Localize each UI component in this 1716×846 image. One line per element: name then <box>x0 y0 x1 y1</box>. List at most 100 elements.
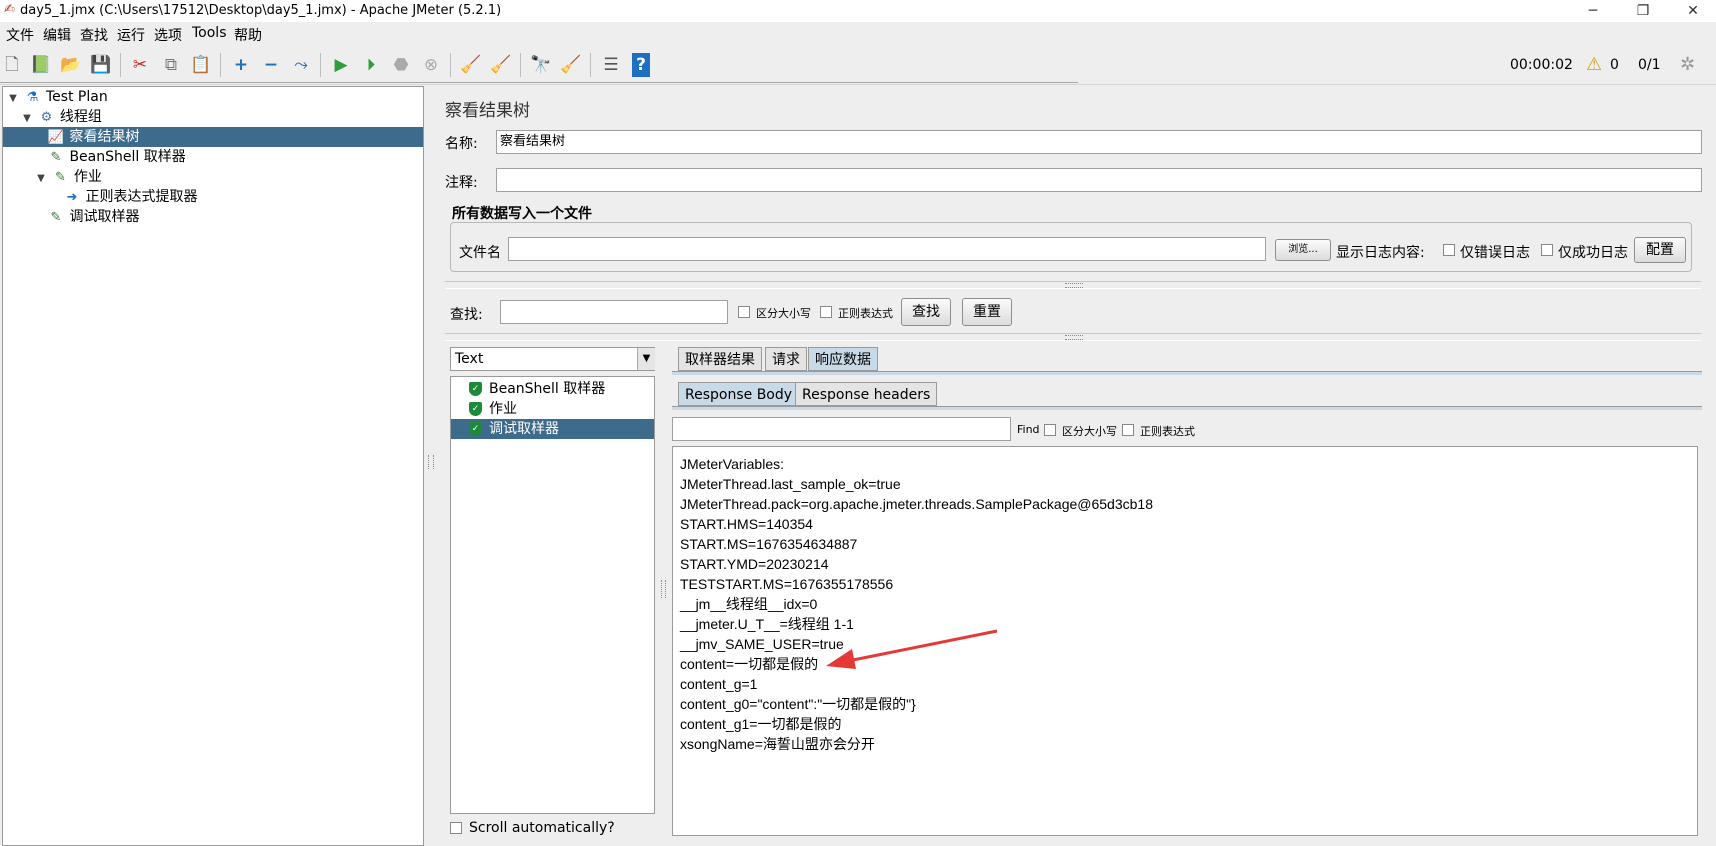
close-button[interactable]: ✕ <box>1670 0 1716 22</box>
regex-checkbox[interactable] <box>820 306 832 318</box>
find-button[interactable]: 查找 <box>901 298 951 326</box>
window-title: day5_1.jmx (C:\Users\17512\Desktop\day5_… <box>20 3 502 18</box>
split-grip[interactable] <box>428 455 434 469</box>
tree-label: 作业 <box>73 169 102 185</box>
sample-label: BeanShell 取样器 <box>489 381 606 397</box>
sampler-icon: ✎ <box>50 150 62 165</box>
menu-options[interactable]: 选项 <box>154 25 182 45</box>
help-icon[interactable]: ? <box>632 53 650 77</box>
case-sensitive-checkbox[interactable] <box>738 306 750 318</box>
tree-node-job[interactable]: ▼ ✎ 作业 <box>3 167 423 187</box>
clear-all-icon[interactable]: 🧹 <box>489 53 513 77</box>
expand-toggle-icon[interactable]: ▼ <box>35 169 47 189</box>
start-no-pause-icon[interactable]: ⏵ <box>359 53 383 77</box>
sampler-icon: ✎ <box>55 170 66 185</box>
toggle-icon[interactable]: ⤳ <box>289 53 313 77</box>
minimize-button[interactable]: ─ <box>1570 0 1616 22</box>
menu-file[interactable]: 文件 <box>6 25 34 45</box>
expand-icon[interactable]: + <box>229 53 253 77</box>
open-icon[interactable]: 📂 <box>59 53 83 77</box>
panel-title: 察看结果树 <box>445 101 530 121</box>
divider-grip[interactable] <box>1065 335 1083 340</box>
thread-group-icon: ⚙ <box>40 110 53 125</box>
expand-toggle-icon[interactable]: ▼ <box>7 89 19 109</box>
sample-item-debug[interactable]: ✓ 调试取样器 <box>451 419 654 439</box>
toolbar-separator <box>520 53 521 77</box>
response-line: content_g0="content":"一切都是假的"} <box>680 696 916 712</box>
paste-icon[interactable]: 📋 <box>189 53 213 77</box>
new-icon[interactable]: 🗋 <box>0 53 24 77</box>
comment-label: 注释: <box>445 175 478 191</box>
filename-field[interactable] <box>508 237 1266 261</box>
toolbar-separator <box>220 53 221 77</box>
toolbar-separator <box>590 53 591 77</box>
divider-grip[interactable] <box>1065 283 1083 288</box>
toolbar-separator <box>120 53 121 77</box>
save-icon[interactable]: 💾 <box>89 53 113 77</box>
menu-tools[interactable]: Tools <box>192 25 227 41</box>
find-regex-checkbox[interactable] <box>1122 424 1134 436</box>
menu-help[interactable]: 帮助 <box>234 25 262 45</box>
tab-response-body[interactable]: Response Body <box>678 382 800 406</box>
tab-sampler-result[interactable]: 取样器结果 <box>678 347 762 371</box>
tree-node-test-plan[interactable]: ▼ ⚗ Test Plan <box>3 87 423 107</box>
tree-node-result-tree[interactable]: 📈 察看结果树 <box>3 127 423 147</box>
response-line: __jm__线程组__idx=0 <box>680 596 818 612</box>
success-only-checkbox[interactable] <box>1541 244 1553 256</box>
tab-response-data[interactable]: 响应数据 <box>808 347 878 371</box>
tree-node-beanshell-sampler[interactable]: ✎ BeanShell 取样器 <box>3 147 423 167</box>
name-label: 名称: <box>445 136 478 152</box>
scroll-auto-checkbox[interactable] <box>450 822 462 834</box>
comment-field[interactable] <box>496 168 1702 192</box>
response-line: content_g1=一切都是假的 <box>680 716 842 732</box>
cut-icon[interactable]: ✂ <box>128 53 152 77</box>
success-shield-icon: ✓ <box>469 402 482 416</box>
tree-node-debug-sampler[interactable]: ✎ 调试取样器 <box>3 207 423 227</box>
success-only-label: 仅成功日志 <box>1558 245 1628 261</box>
tab-request[interactable]: 请求 <box>765 347 807 371</box>
collapse-icon[interactable]: − <box>259 53 283 77</box>
browse-button[interactable]: 浏览... <box>1275 239 1331 261</box>
menu-search[interactable]: 查找 <box>80 25 108 45</box>
sample-result-list[interactable]: ✓ BeanShell 取样器 ✓ 作业 ✓ 调试取样器 <box>450 376 655 814</box>
response-line: JMeterThread.last_sample_ok=true <box>680 476 901 492</box>
arrow-head <box>826 649 856 669</box>
arrow-shaft <box>847 629 998 663</box>
tab-response-headers[interactable]: Response headers <box>795 382 938 406</box>
spinner-icon: ✲ <box>1680 54 1696 75</box>
renderer-select[interactable]: Text ▼ <box>450 347 655 371</box>
search-icon[interactable]: 🔭 <box>529 53 553 77</box>
reset-search-icon[interactable]: 🧹 <box>559 53 583 77</box>
test-plan-tree[interactable]: ▼ ⚗ Test Plan ▼ ⚙ 线程组 📈 察看结果树 ✎ BeanShel… <box>2 86 424 846</box>
function-helper-icon[interactable]: ☰ <box>599 53 623 77</box>
menu-run[interactable]: 运行 <box>117 25 145 45</box>
elapsed-time: 00:00:02 <box>1510 57 1573 73</box>
expand-toggle-icon[interactable]: ▼ <box>21 109 33 129</box>
reset-button[interactable]: 重置 <box>962 298 1012 326</box>
split-grip[interactable] <box>661 580 666 598</box>
response-line: xsongName=海誓山盟亦会分开 <box>680 736 875 752</box>
errors-only-checkbox[interactable] <box>1443 244 1455 256</box>
sample-item-job[interactable]: ✓ 作业 <box>451 399 654 419</box>
search-input[interactable] <box>500 300 728 324</box>
sample-item-beanshell[interactable]: ✓ BeanShell 取样器 <box>451 379 654 399</box>
clear-icon[interactable]: 🧹 <box>459 53 483 77</box>
configure-button[interactable]: 配置 <box>1634 237 1686 263</box>
menu-edit[interactable]: 编辑 <box>43 25 71 45</box>
tree-node-regex-extractor[interactable]: ➜ 正则表达式提取器 <box>3 187 423 207</box>
copy-icon[interactable]: ⧉ <box>159 53 183 77</box>
stop-icon[interactable]: ⬣ <box>389 53 413 77</box>
restore-button[interactable]: ❐ <box>1620 0 1666 22</box>
find-case-checkbox[interactable] <box>1044 424 1056 436</box>
response-find-input[interactable] <box>672 417 1011 441</box>
response-line: JMeterVariables: <box>680 456 785 472</box>
shutdown-icon[interactable]: ⊗ <box>419 53 443 77</box>
tree-label: 线程组 <box>59 109 102 125</box>
warning-icon[interactable]: ⚠ <box>1586 54 1602 75</box>
chevron-down-icon[interactable]: ▼ <box>637 348 655 370</box>
templates-icon[interactable]: 📗 <box>29 53 53 77</box>
response-line: content_g=1 <box>680 676 758 692</box>
tree-node-thread-group[interactable]: ▼ ⚙ 线程组 <box>3 107 423 127</box>
name-field[interactable]: 察看结果树 <box>496 130 1702 154</box>
start-icon[interactable]: ▶ <box>329 53 353 77</box>
